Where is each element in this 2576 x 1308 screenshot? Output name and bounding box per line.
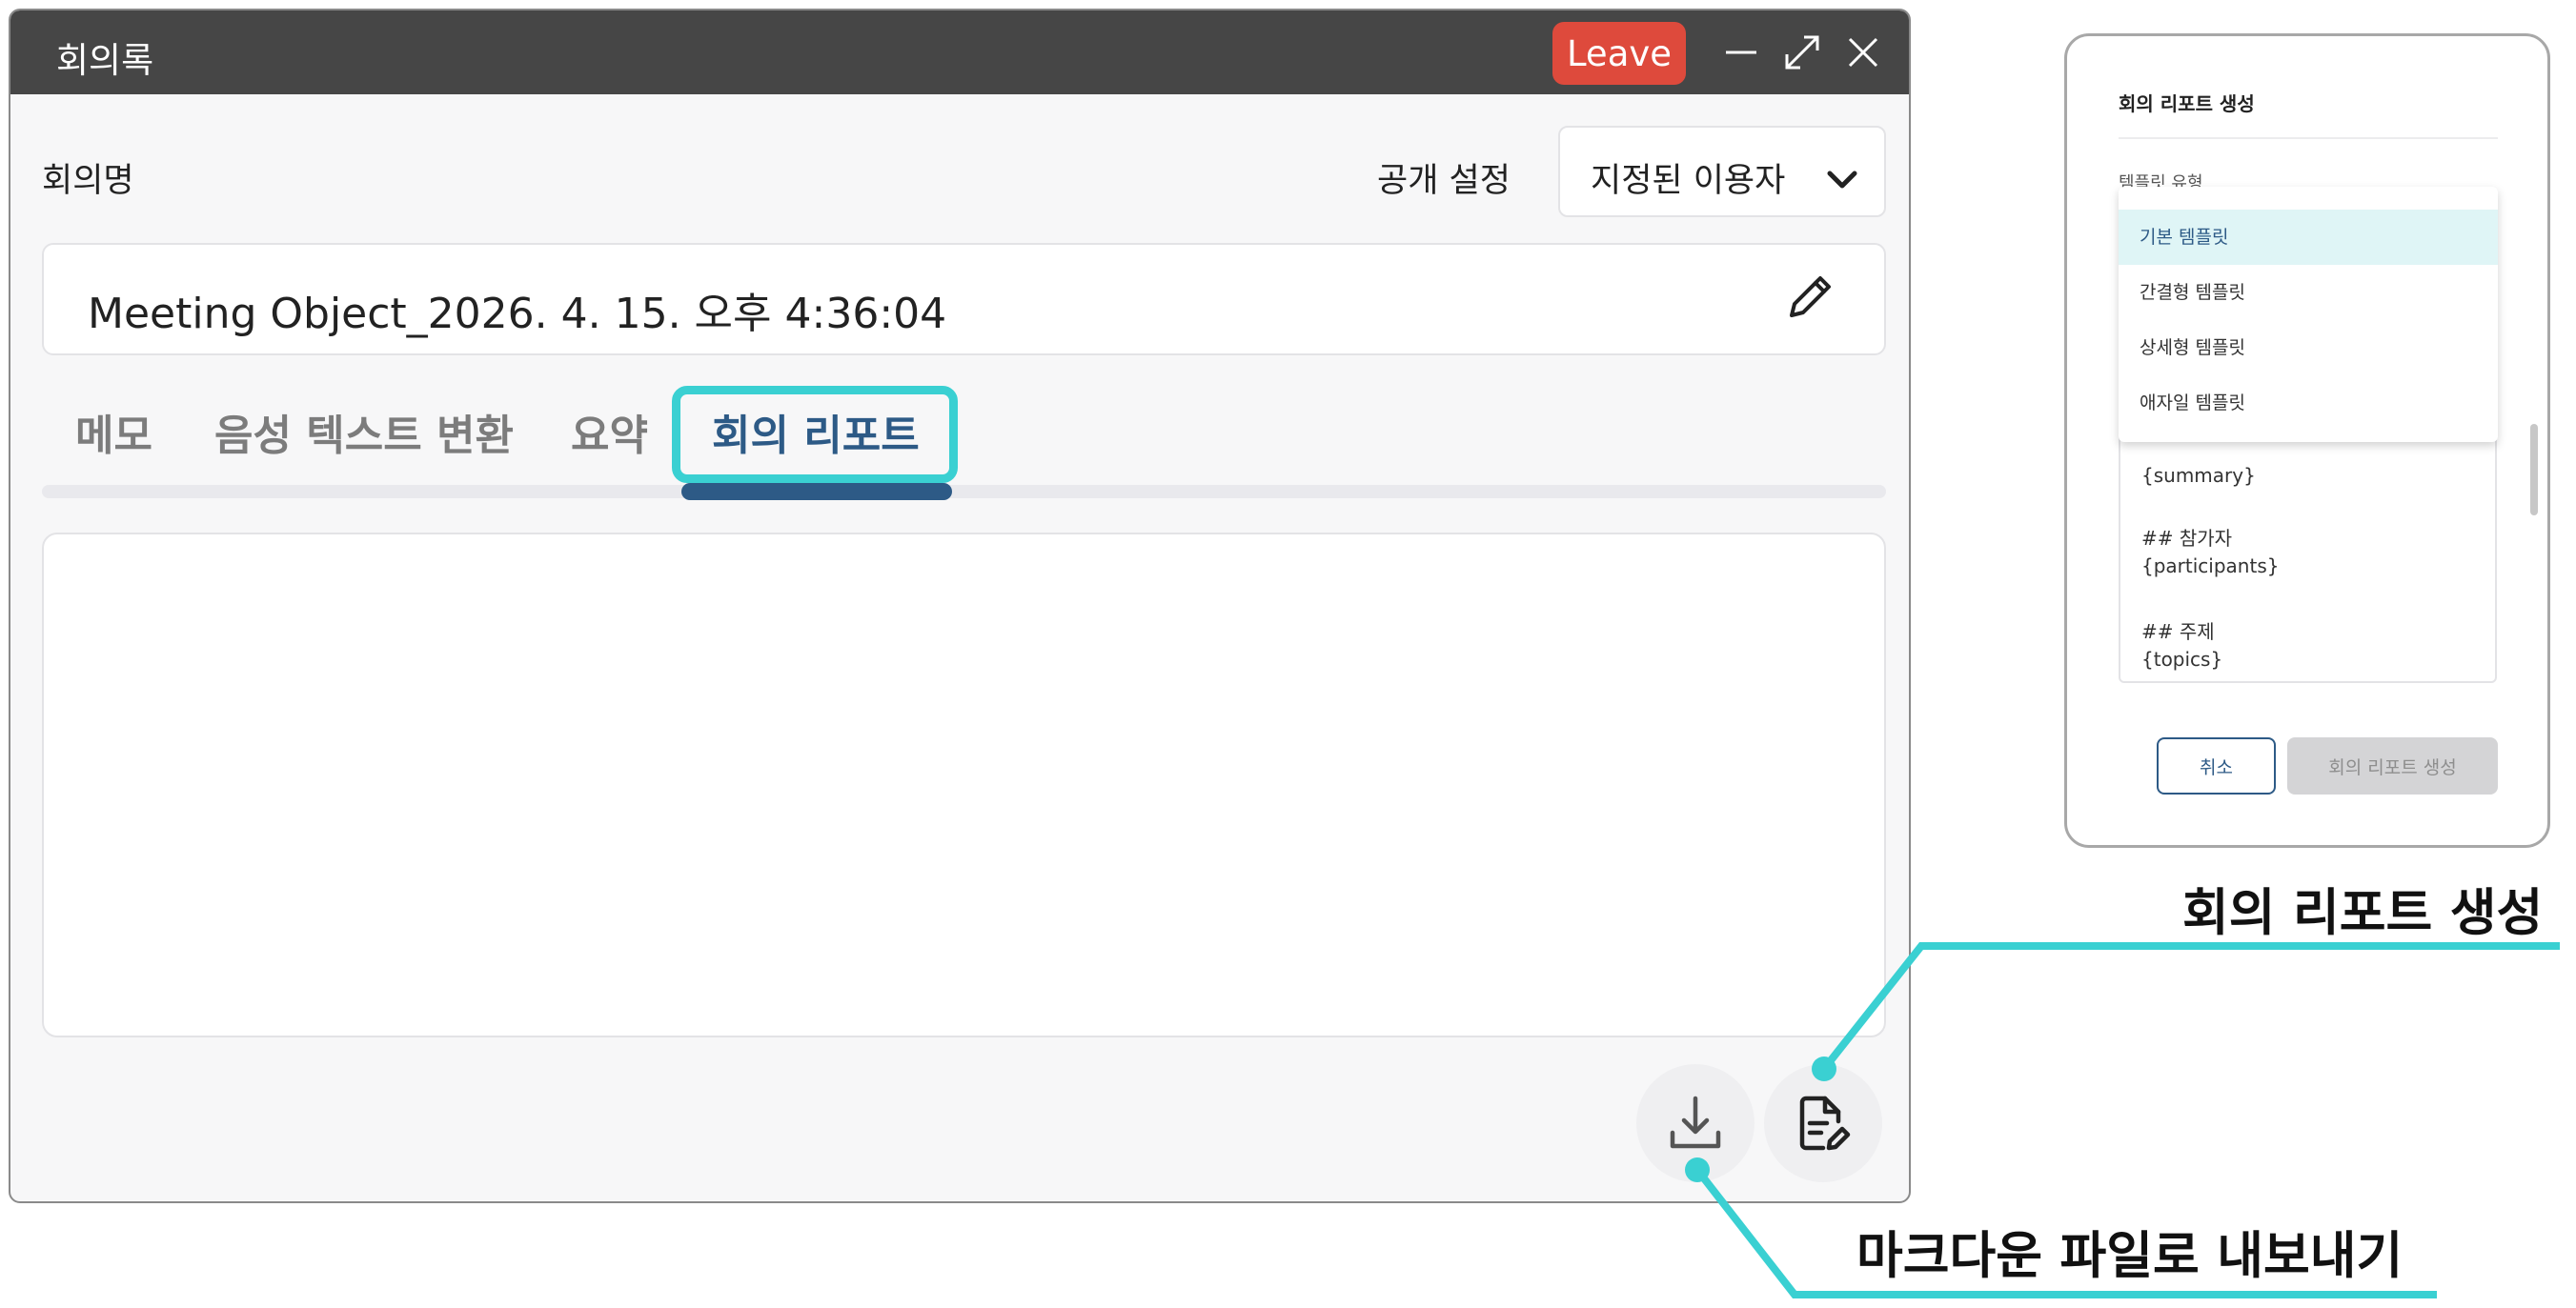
active-tab-indicator [681,483,952,500]
create-report-submit-button[interactable]: 회의 리포트 생성 [2287,737,2498,795]
template-line: ## 주제 [2141,620,2215,643]
export-markdown-button[interactable] [1636,1064,1755,1182]
scrollbar[interactable] [2530,424,2538,515]
tab-memo[interactable]: 메모 [75,401,152,462]
template-line: {summary} [2141,464,2256,487]
expand-icon[interactable] [1781,31,1823,73]
visibility-label: 공개 설정 [1377,162,1511,200]
dialog-title: 회의 리포트 생성 [2119,92,2255,115]
dropdown-option-concise[interactable]: 간결형 템플릿 [2119,265,2498,320]
template-line: ## 참가자 [2141,527,2233,550]
export-markdown-callout: 마크다운 파일로 내보내기 [1856,1227,2404,1285]
title-bar: 회의록 Leave [10,10,1909,94]
dropdown-option-detailed[interactable]: 상세형 템플릿 [2119,320,2498,375]
dropdown-option-agile[interactable]: 애자일 템플릿 [2119,375,2498,431]
meeting-name-label: 회의명 [42,162,134,200]
cancel-button[interactable]: 취소 [2157,737,2276,795]
dropdown-option-basic[interactable]: 기본 템플릿 [2119,210,2498,265]
template-line: {participants} [2141,554,2280,577]
tab-speech-to-text[interactable]: 음성 텍스트 변환 [214,401,514,462]
template-line: {topics} [2141,648,2223,671]
visibility-value: 지정된 이용자 [1591,162,1786,200]
meeting-notes-window: 회의록 Leave 회의명 공개 설정 지정된 이용자 Meeting Obje… [9,9,1911,1203]
visibility-select[interactable]: 지정된 이용자 [1558,126,1886,217]
pencil-icon[interactable] [1784,270,1837,323]
close-icon[interactable] [1842,31,1884,73]
meeting-name-field[interactable]: Meeting Object_2026. 4. 15. 오후 4:36:04 [42,243,1886,355]
dialog-divider [2119,137,2498,139]
create-report-callout: 회의 리포트 생성 [2182,884,2544,942]
window-title: 회의록 [56,40,154,81]
tab-highlight-box [672,386,958,483]
document-edit-icon [1799,1096,1851,1151]
create-report-button[interactable] [1764,1064,1882,1182]
report-content-area[interactable] [42,533,1886,1037]
tab-track [42,485,1886,498]
template-dropdown: 기본 템플릿 간결형 템플릿 상세형 템플릿 애자일 템플릿 [2119,187,2498,442]
download-icon [1670,1096,1721,1149]
leave-button[interactable]: Leave [1552,22,1686,85]
minimize-icon[interactable] [1720,31,1762,73]
chevron-down-icon [1827,171,1857,189]
tab-summary[interactable]: 요약 [571,401,648,462]
meeting-name-value: Meeting Object_2026. 4. 15. 오후 4:36:04 [88,290,947,338]
create-report-dialog: 회의 리포트 생성 템플릿 유형 {summary} ## 참가자 {parti… [2064,33,2550,848]
